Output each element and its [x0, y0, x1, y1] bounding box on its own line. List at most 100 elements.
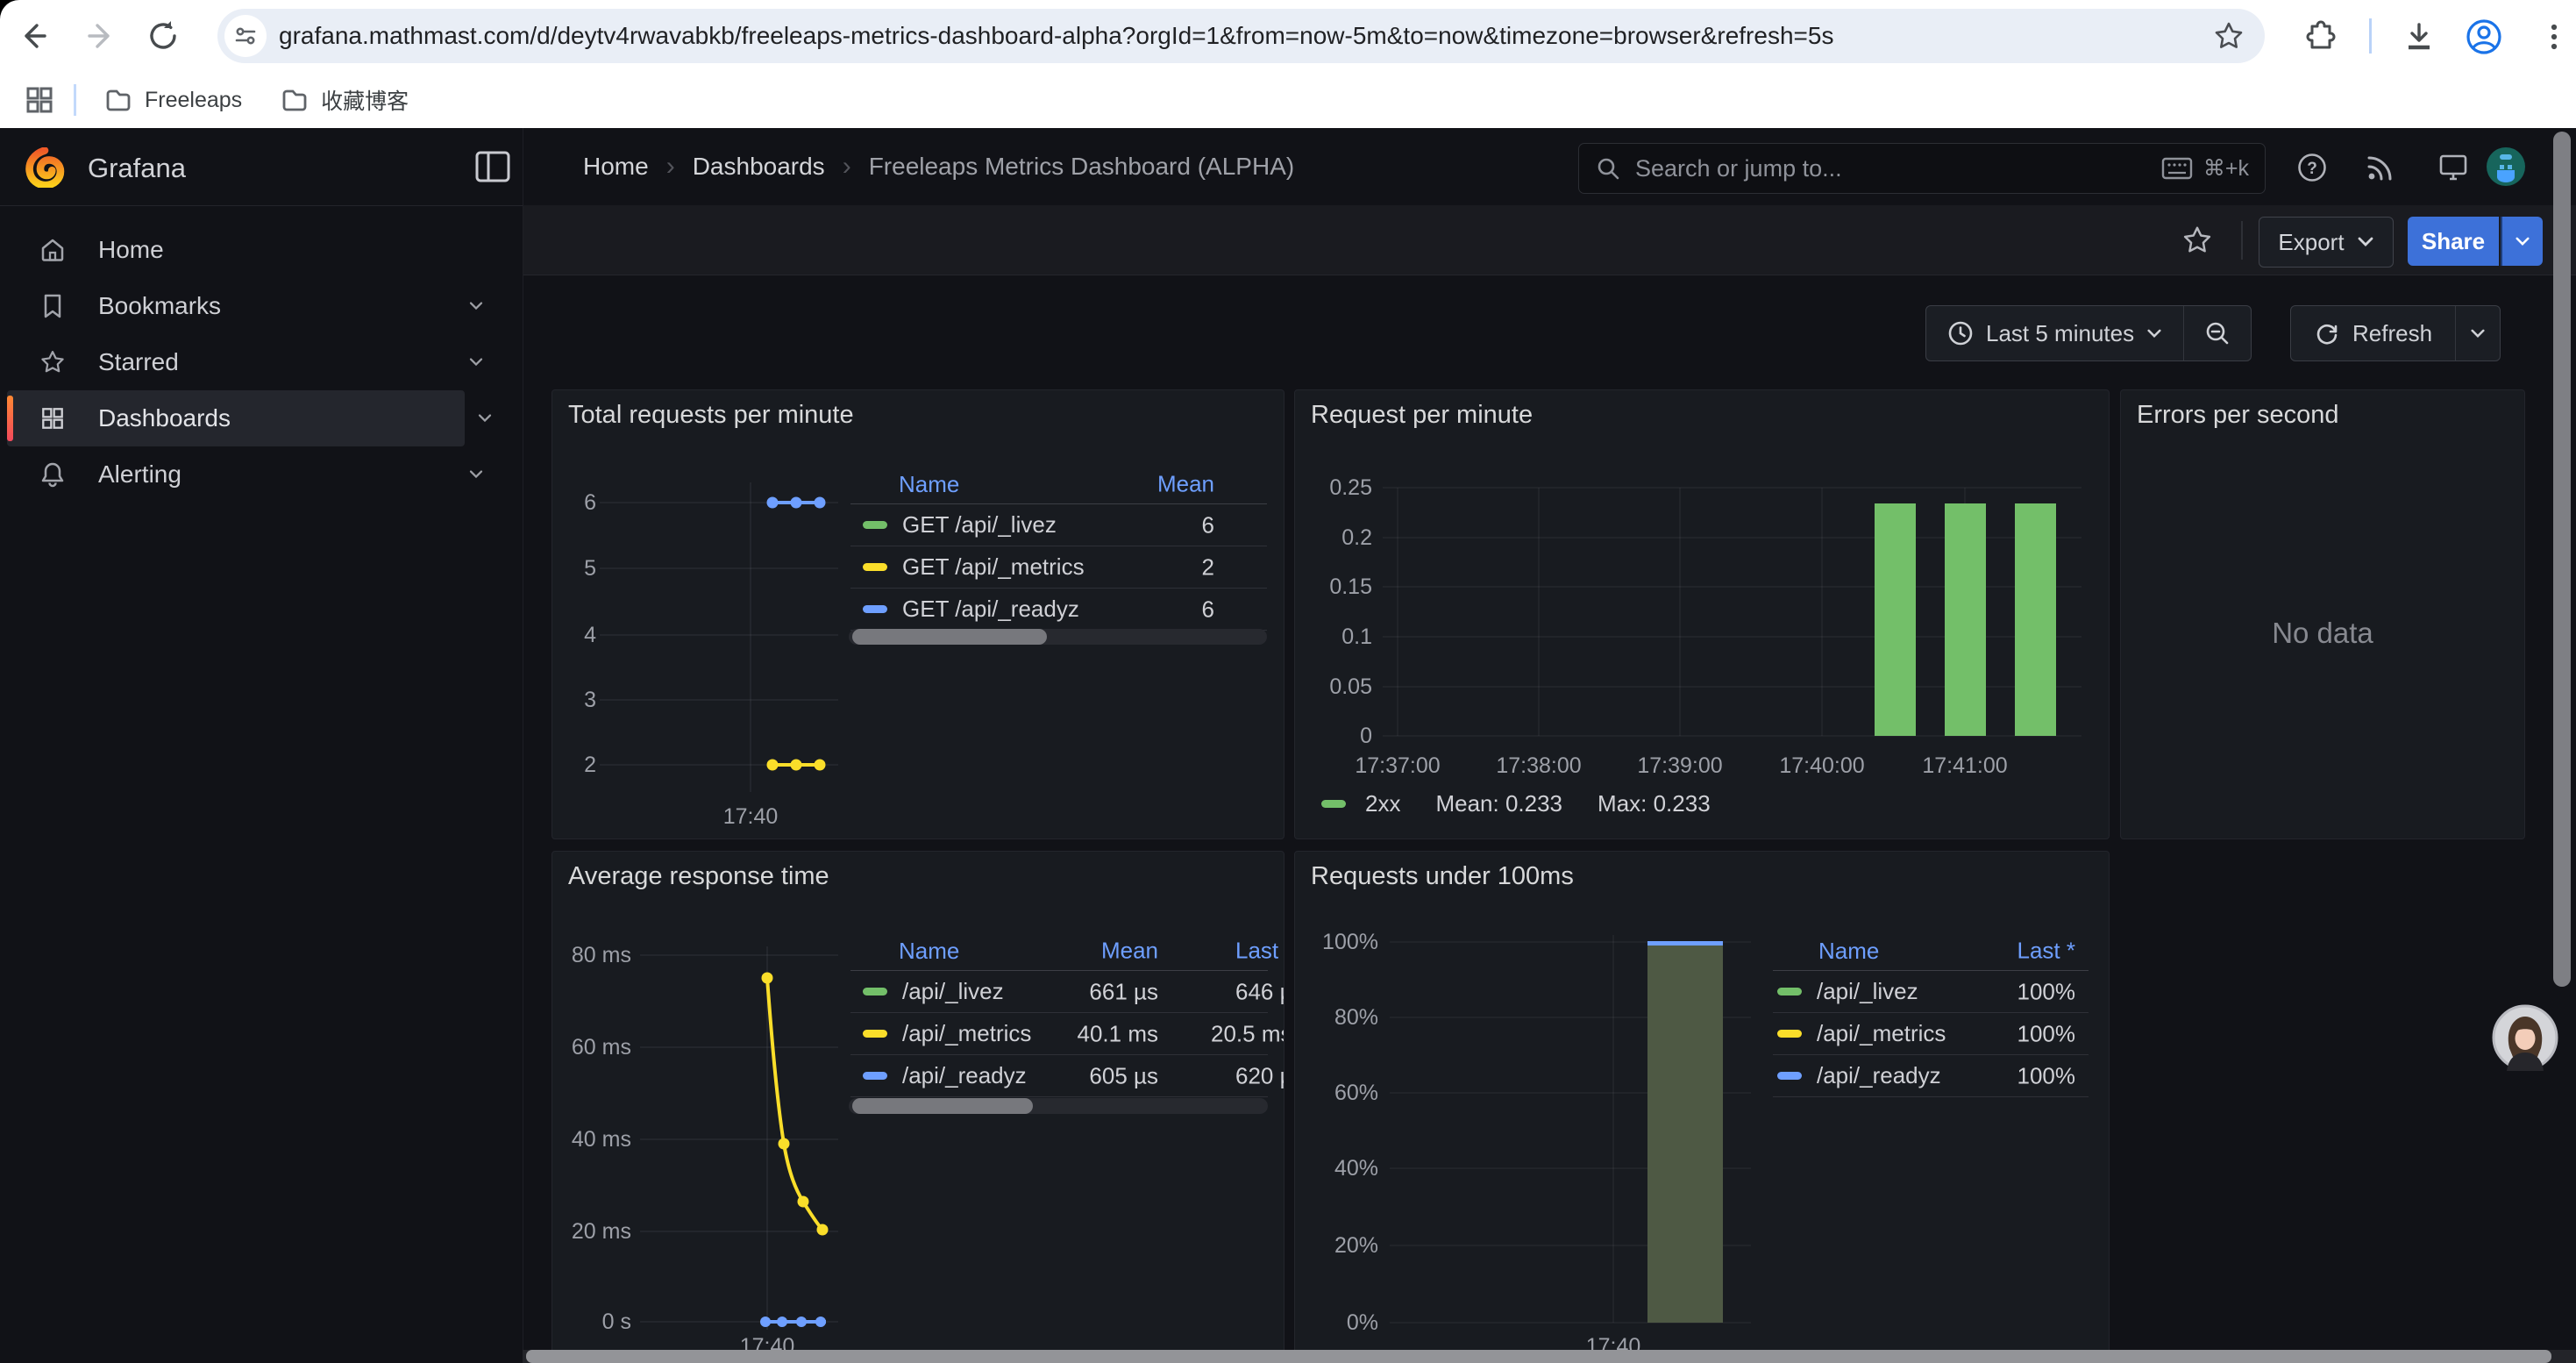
- series-swatch: [1321, 800, 1346, 808]
- sidebar-item-label: Home: [98, 236, 164, 264]
- series-name[interactable]: /api/_metrics: [902, 1020, 1031, 1047]
- legend-row[interactable]: GET /api/_readyz 6: [850, 589, 1267, 631]
- bookmarks-bar: Freeleaps 收藏博客: [0, 72, 2576, 130]
- sidebar-item-alerting[interactable]: Alerting: [7, 446, 516, 503]
- legend-scrollbar[interactable]: [849, 629, 1267, 645]
- folder-icon: [281, 86, 309, 114]
- legend-header-last[interactable]: Last *: [1235, 937, 1284, 964]
- legend-row[interactable]: /api/_metrics 40.1 ms 20.5 ms: [850, 1013, 1268, 1055]
- series-last: 100%: [2017, 1020, 2076, 1047]
- legend-scrollbar[interactable]: [849, 1098, 1268, 1114]
- sidebar-item-bookmarks[interactable]: Bookmarks: [7, 278, 516, 334]
- series-mean: 605 µs: [1089, 1062, 1158, 1089]
- breadcrumb-home[interactable]: Home: [583, 153, 649, 181]
- bookmark-icon: [7, 293, 98, 319]
- zoom-out-button[interactable]: [2183, 306, 2251, 360]
- site-settings-icon[interactable]: [224, 15, 267, 57]
- sidebar-item-dashboards[interactable]: Dashboards: [7, 390, 465, 446]
- chevron-down-icon[interactable]: [468, 469, 484, 480]
- vertical-scrollbar[interactable]: [2553, 132, 2571, 987]
- legend-row[interactable]: /api/_readyz 100%: [1773, 1055, 2089, 1097]
- back-icon[interactable]: [18, 18, 53, 54]
- url-text[interactable]: grafana.mathmast.com/d/deytv4rwavabkb/fr…: [279, 22, 2212, 50]
- brand-name[interactable]: Grafana: [88, 153, 186, 184]
- legend-header-name[interactable]: Name: [899, 938, 959, 965]
- legend-header-mean[interactable]: Mean: [1101, 937, 1158, 964]
- forward-icon[interactable]: [82, 18, 117, 54]
- legend-row[interactable]: GET /api/_metrics 2: [850, 546, 1267, 589]
- legend-header-last[interactable]: Last *: [2017, 937, 2076, 964]
- time-range-picker[interactable]: Last 5 minutes: [1926, 306, 2183, 360]
- series-name[interactable]: 2xx: [1365, 790, 1400, 817]
- legend-row[interactable]: /api/_readyz 605 µs 620 µs: [850, 1055, 1268, 1097]
- series-name[interactable]: /api/_readyz: [902, 1062, 1027, 1089]
- refresh-controls: Refresh: [2290, 305, 2501, 361]
- panel-title[interactable]: Errors per second: [2137, 401, 2339, 430]
- legend-row[interactable]: GET /api/_livez 6: [850, 504, 1267, 546]
- series-name[interactable]: /api/_livez: [1817, 978, 1918, 1005]
- url-bar[interactable]: grafana.mathmast.com/d/deytv4rwavabkb/fr…: [217, 9, 2265, 63]
- bookmark-folder-blogs[interactable]: 收藏博客: [281, 84, 409, 116]
- legend-header-name[interactable]: Name: [899, 471, 959, 498]
- news-rss-icon[interactable]: [2365, 152, 2396, 183]
- sidebar-item-label: Starred: [98, 348, 179, 376]
- bookmark-star-icon[interactable]: [2212, 19, 2245, 53]
- series-name[interactable]: /api/_metrics: [1817, 1020, 1946, 1047]
- sidebar-item-starred[interactable]: Starred: [7, 334, 516, 390]
- panel-total-requests: Total requests per minute 6 5 4 3 2 17:4…: [551, 389, 1284, 839]
- legend-row[interactable]: /api/_livez 100%: [1773, 971, 2089, 1013]
- search-input[interactable]: [1633, 154, 2161, 183]
- legend-header-mean[interactable]: Mean: [1157, 470, 1214, 497]
- chart-legend: 2xx Mean: 0.233 Max: 0.233: [1321, 790, 1711, 817]
- y-tick: 0 s: [552, 1308, 631, 1336]
- y-tick: 20 ms: [552, 1217, 631, 1245]
- legend-row[interactable]: /api/_metrics 100%: [1773, 1013, 2089, 1055]
- org-avatar[interactable]: [2487, 147, 2525, 186]
- chevron-down-icon[interactable]: [477, 413, 493, 424]
- horizontal-scrollbar[interactable]: [526, 1350, 2551, 1363]
- grafana-logo[interactable]: [25, 147, 65, 188]
- chevron-down-icon: [2146, 328, 2162, 339]
- series-name[interactable]: /api/_readyz: [1817, 1062, 1941, 1089]
- downloads-icon[interactable]: [2402, 19, 2437, 54]
- kiosk-monitor-icon[interactable]: [2437, 152, 2469, 183]
- floating-user-avatar[interactable]: [2492, 1004, 2558, 1071]
- time-range-label: Last 5 minutes: [1986, 320, 2134, 347]
- legend-header-name[interactable]: Name: [1818, 938, 1879, 965]
- refresh-interval-button[interactable]: [2455, 306, 2500, 360]
- legend-row[interactable]: /api/_livez 661 µs 646 µs: [850, 971, 1268, 1013]
- breadcrumb-dashboards[interactable]: Dashboards: [693, 153, 825, 181]
- under-100ms-chart[interactable]: [1295, 852, 2109, 1363]
- series-name[interactable]: /api/_livez: [902, 978, 1004, 1005]
- refresh-button[interactable]: Refresh: [2291, 306, 2455, 360]
- apps-grid-icon[interactable]: [25, 85, 54, 115]
- series-name[interactable]: GET /api/_metrics: [902, 553, 1085, 581]
- series-mean: 6: [1202, 511, 1214, 539]
- series-swatch: [863, 988, 887, 995]
- search-bar[interactable]: ⌘+k: [1578, 143, 2266, 194]
- y-tick: 0.1: [1295, 623, 1372, 651]
- browser-menu-icon[interactable]: [2537, 19, 2572, 54]
- series-name[interactable]: GET /api/_readyz: [902, 596, 1079, 623]
- y-tick: 80%: [1295, 1003, 1378, 1031]
- y-tick: 0.25: [1295, 474, 1372, 502]
- chevron-down-icon[interactable]: [468, 301, 484, 311]
- series-last: 20.5 ms: [1211, 1020, 1284, 1047]
- sidebar-toggle-icon[interactable]: [474, 150, 511, 183]
- dashboards-grid-icon: [7, 406, 98, 431]
- help-icon[interactable]: ?: [2296, 152, 2328, 183]
- favorite-dashboard-star-icon[interactable]: [2181, 225, 2213, 256]
- chevron-down-icon[interactable]: [468, 357, 484, 368]
- export-button[interactable]: Export: [2259, 217, 2394, 268]
- bookmark-folder-freeleaps[interactable]: Freeleaps: [104, 86, 242, 114]
- extensions-icon[interactable]: [2304, 19, 2339, 54]
- browser-profile-icon[interactable]: [2465, 18, 2503, 56]
- share-menu-button[interactable]: [2501, 217, 2543, 266]
- legend-table: Name Mean GET /api/_livez 6 GET /api/_me…: [850, 464, 1267, 631]
- share-button[interactable]: Share: [2408, 217, 2499, 266]
- y-tick: 100%: [1295, 928, 1378, 956]
- series-name[interactable]: GET /api/_livez: [902, 511, 1057, 539]
- sidebar-item-home[interactable]: Home: [7, 222, 516, 278]
- time-range-controls: Last 5 minutes: [1925, 305, 2252, 361]
- reload-icon[interactable]: [146, 18, 181, 54]
